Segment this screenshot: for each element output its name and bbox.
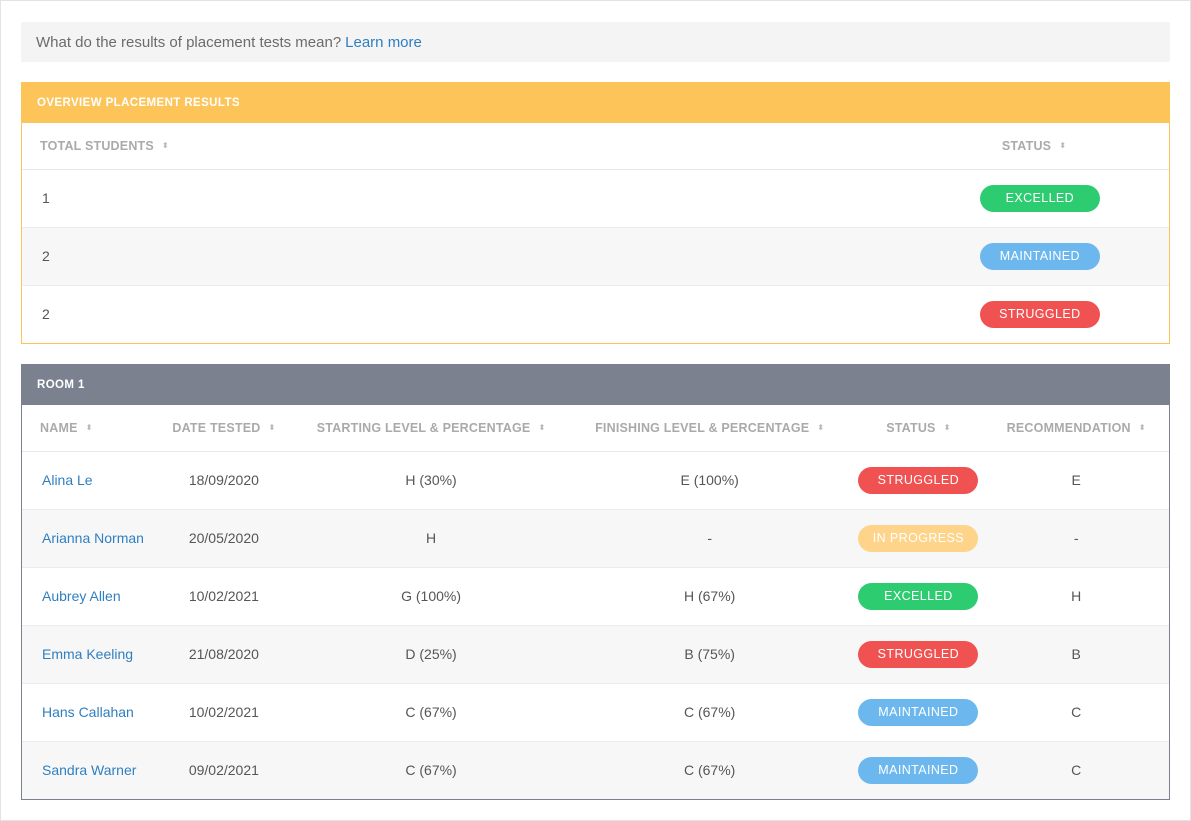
- date-tested-cell: 18/09/2020: [151, 451, 297, 510]
- header-starting-level[interactable]: STARTING LEVEL & PERCENTAGE ⬍: [296, 405, 566, 452]
- overview-table: TOTAL STUDENTS ⬍ STATUS ⬍ 1 EXCELLED 2 MAINTA…: [22, 123, 1169, 343]
- table-row: Sandra Warner 09/02/2021 C (67%) C (67%) MAI…: [22, 741, 1169, 799]
- student-name-link[interactable]: Aubrey Allen: [42, 588, 121, 604]
- status-badge: EXCELLED: [979, 184, 1100, 212]
- finishing-level-cell: B (75%): [565, 625, 854, 684]
- student-name-link[interactable]: Emma Keeling: [42, 646, 133, 662]
- status-cell: STRUGGLED: [853, 451, 984, 510]
- status-badge: MAINTAINED: [858, 756, 979, 784]
- status-cell: STRUGGLED: [180, 285, 1169, 343]
- table-row: Arianna Norman 20/05/2020 H - IN PROGRESS -: [22, 509, 1169, 568]
- sort-icon[interactable]: ⬍: [268, 424, 275, 432]
- info-banner: What do the results of placement tests m…: [21, 22, 1170, 62]
- overview-title: OVERVIEW PLACEMENT RESULTS: [21, 82, 1170, 123]
- table-row: 2 STRUGGLED: [22, 285, 1169, 343]
- recommendation-cell: C: [983, 683, 1169, 742]
- status-cell: MAINTAINED: [853, 741, 984, 799]
- date-tested-cell: 20/05/2020: [151, 509, 297, 568]
- header-finishing-level[interactable]: FINISHING LEVEL & PERCENTAGE ⬍: [565, 405, 854, 452]
- table-row: 2 MAINTAINED: [22, 227, 1169, 286]
- header-date-tested[interactable]: DATE TESTED ⬍: [151, 405, 297, 452]
- overview-panel: OVERVIEW PLACEMENT RESULTS TOTAL STUDENT…: [21, 82, 1170, 344]
- sort-icon[interactable]: ⬍: [86, 424, 93, 432]
- name-cell: Hans Callahan: [22, 683, 152, 742]
- status-cell: EXCELLED: [179, 169, 1169, 228]
- date-tested-cell: 21/08/2020: [151, 625, 297, 684]
- starting-level-cell: G (100%): [296, 567, 566, 626]
- table-row: Emma Keeling 21/08/2020 D (25%) B (75%) STRU…: [22, 625, 1169, 684]
- header-total-students[interactable]: TOTAL STUDENTS ⬍: [22, 123, 180, 170]
- header-name[interactable]: NAME ⬍: [22, 405, 152, 452]
- finishing-level-cell: -: [565, 509, 854, 568]
- student-name-link[interactable]: Arianna Norman: [42, 530, 144, 546]
- name-cell: Sandra Warner: [22, 741, 152, 799]
- room-title: ROOM 1: [21, 364, 1170, 405]
- status-badge: STRUGGLED: [858, 466, 979, 494]
- recommendation-cell: C: [983, 741, 1169, 799]
- header-status[interactable]: STATUS ⬍: [179, 123, 1169, 170]
- sort-icon[interactable]: ⬍: [1139, 424, 1146, 432]
- table-row: Aubrey Allen 10/02/2021 G (100%) H (67%) EXC…: [22, 567, 1169, 626]
- finishing-level-cell: H (67%): [565, 567, 854, 626]
- date-tested-cell: 10/02/2021: [151, 567, 297, 626]
- recommendation-cell: E: [983, 451, 1169, 510]
- starting-level-cell: H (30%): [296, 451, 566, 510]
- finishing-level-cell: E (100%): [565, 451, 854, 510]
- student-name-link[interactable]: Alina Le: [42, 472, 93, 488]
- finishing-level-cell: C (67%): [565, 741, 854, 799]
- student-name-link[interactable]: Hans Callahan: [42, 704, 134, 720]
- sort-icon[interactable]: ⬍: [1059, 142, 1066, 150]
- sort-icon[interactable]: ⬍: [944, 424, 951, 432]
- recommendation-cell: H: [983, 567, 1169, 626]
- status-cell: IN PROGRESS: [853, 509, 984, 568]
- status-cell: EXCELLED: [853, 567, 984, 626]
- total-students-cell: 2: [42, 306, 50, 323]
- status-cell: MAINTAINED: [179, 227, 1169, 286]
- name-cell: Arianna Norman: [22, 509, 152, 568]
- table-row: 1 EXCELLED: [22, 169, 1169, 228]
- status-badge: EXCELLED: [858, 582, 979, 610]
- table-row: Alina Le 18/09/2020 H (30%) E (100%) STRUGGL…: [22, 451, 1169, 510]
- header-status[interactable]: STATUS ⬍: [853, 405, 984, 452]
- status-badge: STRUGGLED: [979, 300, 1100, 328]
- recommendation-cell: -: [983, 509, 1169, 568]
- sort-icon[interactable]: ⬍: [162, 142, 169, 150]
- total-students-cell: 2: [22, 227, 180, 286]
- status-cell: MAINTAINED: [853, 683, 984, 742]
- info-question: What do the results of placement tests m…: [36, 33, 342, 51]
- name-cell: Emma Keeling: [22, 625, 152, 684]
- status-badge: MAINTAINED: [979, 242, 1100, 270]
- student-name-link[interactable]: Sandra Warner: [42, 762, 136, 778]
- date-tested-cell: 10/02/2021: [151, 683, 297, 742]
- date-tested-cell: 09/02/2021: [151, 741, 297, 799]
- table-row: Hans Callahan 10/02/2021 C (67%) C (67%) MAI…: [22, 683, 1169, 742]
- header-recommendation[interactable]: RECOMMENDATION ⬍: [983, 405, 1169, 452]
- status-badge: STRUGGLED: [858, 640, 979, 668]
- status-badge: MAINTAINED: [858, 698, 979, 726]
- starting-level-cell: D (25%): [296, 625, 566, 684]
- name-cell: Aubrey Allen: [22, 567, 152, 626]
- status-cell: STRUGGLED: [853, 625, 984, 684]
- finishing-level-cell: C (67%): [565, 683, 854, 742]
- learn-more-link[interactable]: Learn more: [345, 34, 422, 51]
- total-students-cell: 1: [22, 169, 180, 228]
- starting-level-cell: C (67%): [296, 683, 566, 742]
- name-cell: Alina Le: [22, 451, 152, 510]
- room-table: NAME ⬍ DATE TESTED ⬍ STARTING LEVEL & PERC…: [22, 405, 1169, 799]
- recommendation-cell: B: [983, 625, 1169, 684]
- starting-level-cell: H: [296, 509, 566, 568]
- starting-level-cell: C (67%): [296, 741, 566, 799]
- status-badge: IN PROGRESS: [858, 524, 979, 552]
- sort-icon[interactable]: ⬍: [538, 424, 545, 432]
- room-panel: ROOM 1 NAME ⬍ DATE TESTED ⬍ STARTING LEVEL…: [21, 364, 1170, 800]
- sort-icon[interactable]: ⬍: [817, 424, 824, 432]
